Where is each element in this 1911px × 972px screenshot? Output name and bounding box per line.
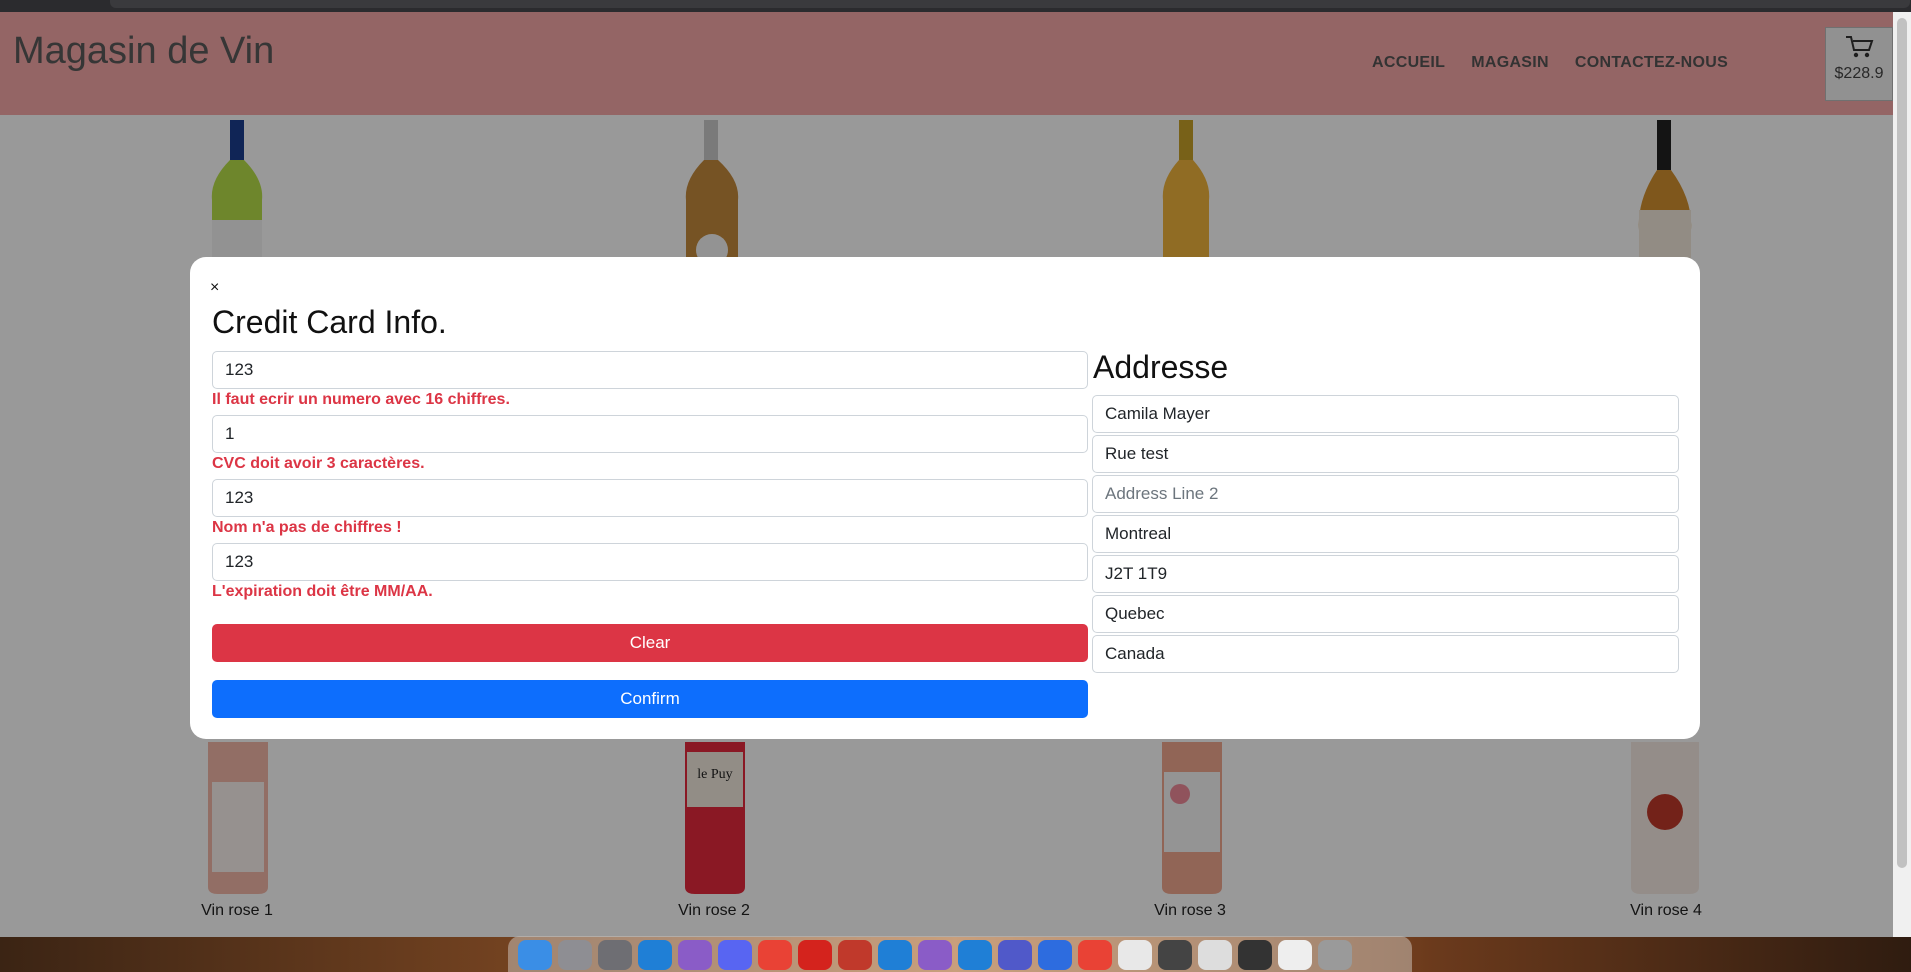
archive-icon[interactable] [838, 940, 872, 970]
card-number-input[interactable] [212, 351, 1088, 389]
expiration-error: L'expiration doit être MM/AA. [212, 583, 433, 600]
finder-icon[interactable] [518, 940, 552, 970]
window-thumbnail-icon[interactable] [1278, 940, 1312, 970]
cvc-input[interactable] [212, 415, 1088, 453]
macos-dock [508, 936, 1412, 972]
vscode-icon[interactable] [958, 940, 992, 970]
acrobat-icon[interactable] [798, 940, 832, 970]
vscode-icon[interactable] [638, 940, 672, 970]
page-scrollbar[interactable] [1893, 12, 1911, 937]
clear-button[interactable]: Clear [212, 624, 1088, 662]
address-line-1-input[interactable] [1092, 435, 1679, 473]
textedit-icon[interactable] [1118, 940, 1152, 970]
expiration-input[interactable] [212, 543, 1088, 581]
launchpad-icon[interactable] [558, 940, 592, 970]
close-icon[interactable]: × [210, 279, 219, 297]
chrome-icon[interactable] [1078, 940, 1112, 970]
chrome-icon[interactable] [758, 940, 792, 970]
vscode-icon[interactable] [878, 940, 912, 970]
province-input[interactable] [1092, 595, 1679, 633]
scrollbar-thumb[interactable] [1897, 18, 1907, 868]
credit-card-title: Credit Card Info. [212, 304, 447, 340]
address-line-2-input[interactable] [1092, 475, 1679, 513]
visual-studio-icon[interactable] [678, 940, 712, 970]
settings-icon[interactable] [598, 940, 632, 970]
postal-code-input[interactable] [1092, 555, 1679, 593]
trash-icon[interactable] [1318, 940, 1352, 970]
vpn-icon[interactable] [1038, 940, 1072, 970]
browser-address-bar[interactable] [110, 0, 1910, 8]
cvc-error: CVC doit avoir 3 caractères. [212, 455, 425, 472]
visual-studio-icon[interactable] [918, 940, 952, 970]
window-thumbnail-icon[interactable] [1238, 940, 1272, 970]
cardholder-name-error: Nom n'a pas de chiffres ! [212, 519, 402, 536]
discord-icon[interactable] [718, 940, 752, 970]
cardholder-name-input[interactable] [212, 479, 1088, 517]
full-name-input[interactable] [1092, 395, 1679, 433]
confirm-button[interactable]: Confirm [212, 680, 1088, 718]
window-thumbnail-icon[interactable] [1198, 940, 1232, 970]
city-input[interactable] [1092, 515, 1679, 553]
window-thumbnail-icon[interactable] [1158, 940, 1192, 970]
teams-icon[interactable] [998, 940, 1032, 970]
country-input[interactable] [1092, 635, 1679, 673]
checkout-modal: × Credit Card Info. Il faut ecrir un num… [190, 257, 1700, 739]
card-number-error: Il faut ecrir un numero avec 16 chiffres… [212, 391, 510, 408]
address-title: Addresse [1093, 349, 1229, 385]
